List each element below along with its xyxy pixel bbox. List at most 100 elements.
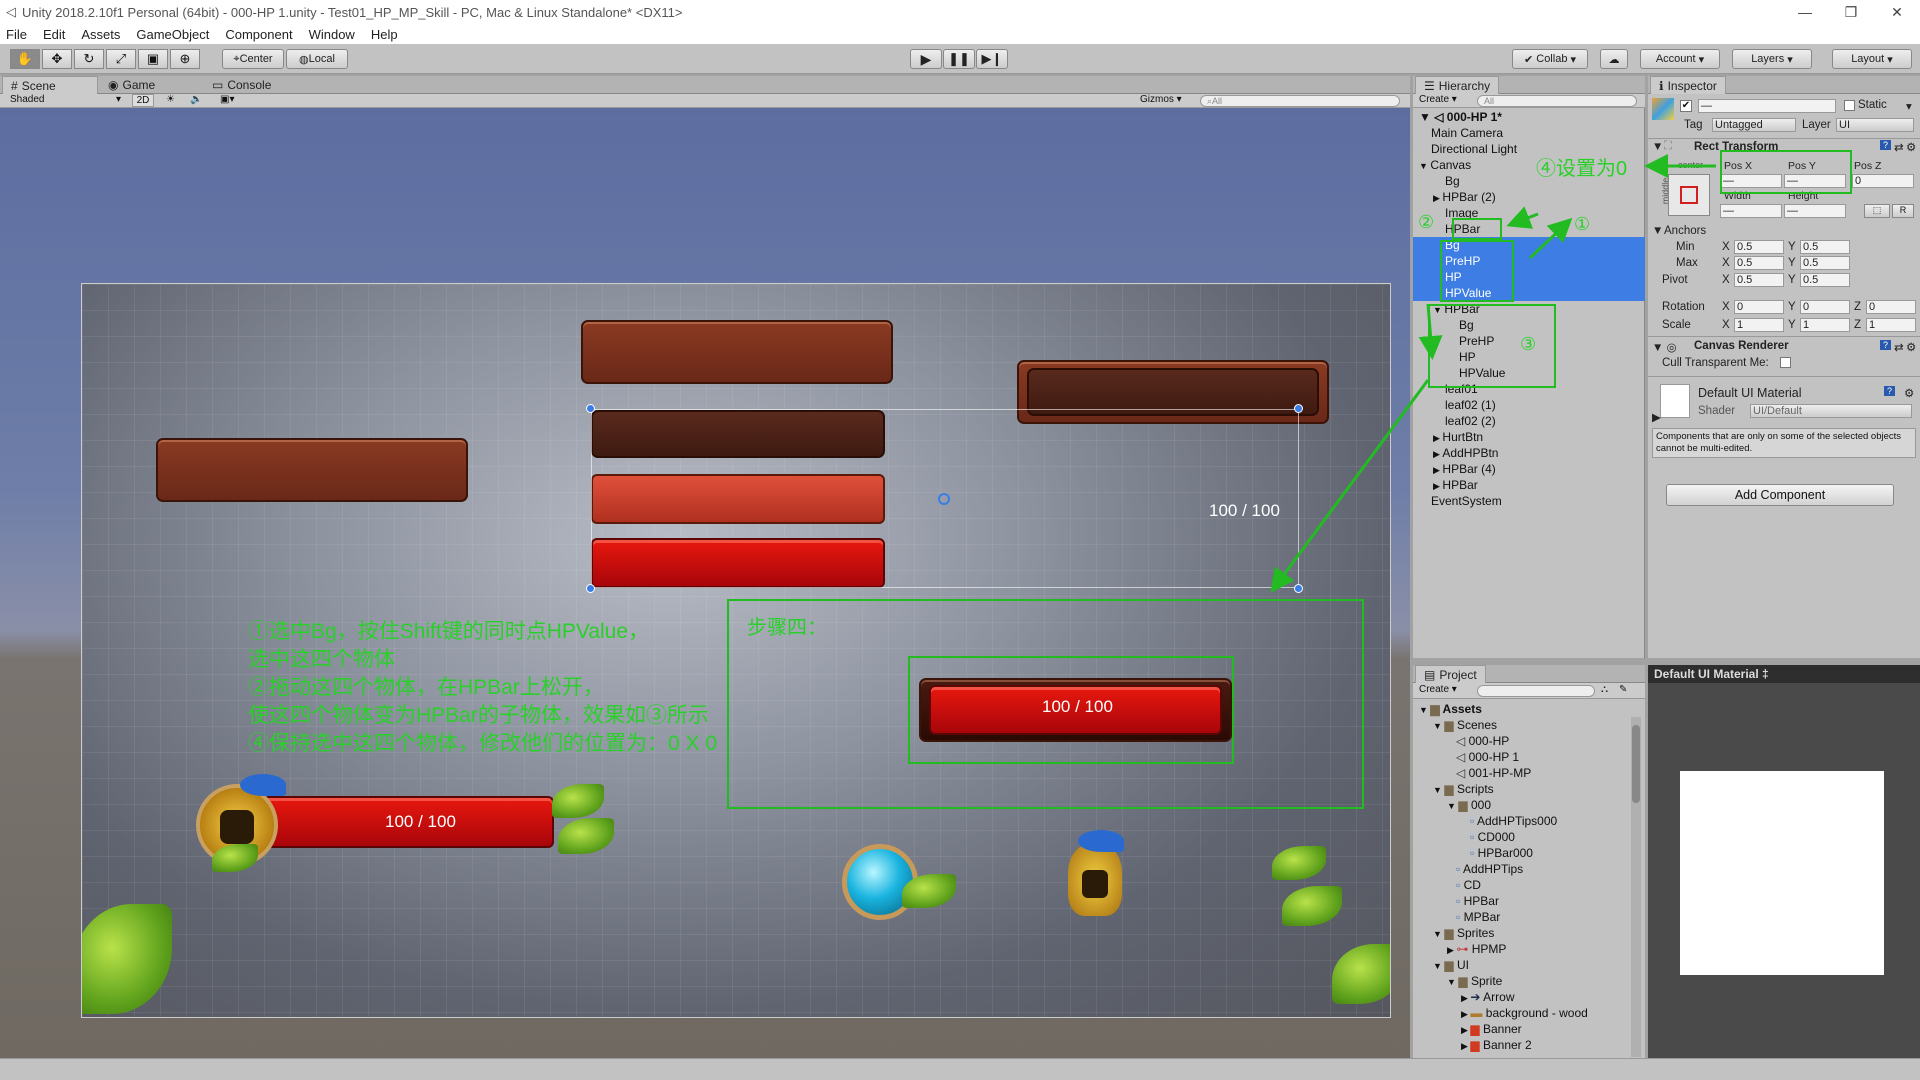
menu-edit[interactable]: Edit	[43, 27, 65, 42]
project-asset[interactable]: ◁ 000-HP 1	[1447, 749, 1519, 765]
height-field[interactable]: —	[1784, 204, 1846, 218]
pause-button[interactable]: ❚❚	[943, 49, 975, 69]
layer-dropdown[interactable]: UI	[1836, 118, 1914, 132]
mode-2d-toggle[interactable]: 2D	[132, 94, 154, 107]
rotation-y-field[interactable]: 0	[1800, 300, 1850, 314]
hierarchy-item[interactable]: Bg	[1445, 173, 1460, 189]
project-folder[interactable]: ▼ ▆ UI	[1433, 957, 1469, 973]
collapsed-arrow-icon[interactable]: ▶	[1461, 993, 1470, 1003]
scene-search-input[interactable]: ⌕All	[1200, 95, 1400, 107]
transform-tool-icon[interactable]: ⊕	[170, 49, 200, 69]
project-scrollbar[interactable]	[1631, 717, 1641, 1057]
menu-component[interactable]: Component	[225, 27, 292, 42]
project-create-button[interactable]: Create ▾	[1419, 684, 1457, 695]
rotate-tool-icon[interactable]: ↻	[74, 49, 104, 69]
pivot-handle[interactable]	[938, 493, 950, 505]
expanded-arrow-icon[interactable]: ▼	[1447, 801, 1458, 811]
project-folder[interactable]: ▼ ▆ 000	[1447, 797, 1491, 813]
tab-scene[interactable]: # Scene	[2, 76, 98, 94]
project-asset[interactable]: ▶ ▆ Banner	[1461, 1021, 1522, 1037]
project-folder[interactable]: ▼ ▆ Assets	[1419, 701, 1482, 717]
menu-file[interactable]: File	[6, 27, 27, 42]
scale-x-field[interactable]: 1	[1734, 318, 1784, 332]
close-button[interactable]: ✕	[1874, 0, 1920, 24]
scale-z-field[interactable]: 1	[1866, 318, 1916, 332]
tab-project[interactable]: ▤ Project	[1415, 665, 1486, 683]
helmet-icon[interactable]	[1068, 844, 1122, 916]
project-asset[interactable]: ◁ 001-HP-MP	[1447, 765, 1531, 781]
rotation-z-field[interactable]: 0	[1866, 300, 1916, 314]
rect-handle-br[interactable]	[1294, 584, 1303, 593]
cloud-icon[interactable]: ☁	[1600, 49, 1628, 69]
project-asset[interactable]: ▫ AddHPTips	[1447, 861, 1523, 877]
image-effects-icon[interactable]: ▣▾	[220, 94, 234, 105]
account-dropdown[interactable]: Account ▾	[1640, 49, 1720, 69]
collab-button[interactable]: ✔ Collab ▾	[1512, 49, 1588, 69]
expanded-arrow-icon[interactable]: ▼	[1447, 977, 1458, 987]
expanded-arrow-icon[interactable]: ▼	[1433, 961, 1444, 971]
rect-handle-tl[interactable]	[586, 404, 595, 413]
collapsed-arrow-icon[interactable]: ▶	[1461, 1041, 1470, 1051]
expanded-arrow-icon[interactable]: ▼	[1433, 929, 1444, 939]
minimize-button[interactable]: —	[1782, 0, 1828, 24]
expanded-arrow-icon[interactable]: ▼	[1419, 705, 1430, 715]
project-asset[interactable]: ▶ ➔ Arrow	[1461, 989, 1515, 1005]
object-name-field[interactable]: —	[1698, 99, 1836, 113]
play-button[interactable]: ▶	[910, 49, 942, 69]
space-local-button[interactable]: ◍ Local	[286, 49, 348, 69]
collapsed-arrow-icon[interactable]: ▶	[1433, 193, 1442, 203]
project-asset[interactable]: ◁ 000-HP	[1447, 733, 1509, 749]
anchors-foldout-icon[interactable]: ▼	[1652, 225, 1663, 237]
project-folder[interactable]: ▼ ▆ Sprite	[1447, 973, 1502, 989]
scene-view[interactable]: 100 / 100 步骤四： 100 / 100 ①选中Bg，按住Shift键的…	[0, 108, 1410, 1058]
gear-icon[interactable]: ⚙	[1904, 386, 1914, 400]
tag-dropdown[interactable]: Untagged	[1712, 118, 1796, 132]
project-asset[interactable]: ▫ HPBar	[1447, 893, 1499, 909]
anchor-min-x-field[interactable]: 0.5	[1734, 240, 1784, 254]
project-asset[interactable]: ▫ HPBar000	[1461, 845, 1533, 861]
material-foldout-icon[interactable]: ▶	[1652, 410, 1661, 424]
hierarchy-item[interactable]: ▶ HPBar (2)	[1433, 189, 1496, 205]
help-book-icon[interactable]: ?	[1880, 140, 1891, 150]
tab-inspector[interactable]: ℹ Inspector	[1650, 76, 1726, 94]
hierarchy-item[interactable]: ▶ HurtBtn	[1433, 429, 1483, 445]
hierarchy-item[interactable]: EventSystem	[1431, 493, 1502, 509]
rotation-x-field[interactable]: 0	[1734, 300, 1784, 314]
hand-tool-icon[interactable]: ✋	[10, 49, 40, 69]
layers-dropdown[interactable]: Layers ▾	[1732, 49, 1812, 69]
hierarchy-create-button[interactable]: Create ▾	[1419, 94, 1457, 105]
hierarchy-item[interactable]: ▼ Canvas	[1419, 157, 1471, 173]
canvas-renderer-foldout-icon[interactable]: ▼ ◎	[1652, 340, 1677, 354]
collapsed-arrow-icon[interactable]: ▶	[1461, 1025, 1470, 1035]
static-dropdown-icon[interactable]: ▾	[1906, 99, 1912, 113]
gear-icon[interactable]: ⚙	[1906, 340, 1916, 354]
expanded-arrow-icon[interactable]: ▼	[1419, 161, 1430, 171]
project-asset[interactable]: ▫ MPBar	[1447, 909, 1500, 925]
help-book-icon[interactable]: ?	[1880, 340, 1891, 350]
static-checkbox[interactable]	[1844, 100, 1855, 111]
preview-header[interactable]: Default UI Material ‡	[1648, 665, 1920, 683]
raw-edit-button[interactable]: R	[1892, 204, 1914, 218]
maximize-button[interactable]: ❐	[1828, 0, 1874, 24]
light-icon[interactable]: ☀	[166, 94, 175, 105]
audio-icon[interactable]: 🔈	[190, 94, 202, 105]
hierarchy-item[interactable]: Directional Light	[1431, 141, 1517, 157]
filter-type-icon[interactable]: ⛬	[1601, 684, 1608, 695]
scrollbar-thumb[interactable]	[1632, 725, 1640, 803]
pivot-center-button[interactable]: ⌖ Center	[222, 49, 284, 69]
hierarchy-item[interactable]: ▶ HPBar	[1433, 477, 1478, 493]
collapsed-arrow-icon[interactable]: ▶	[1433, 433, 1442, 443]
hierarchy-item[interactable]: ▶ HPBar (4)	[1433, 461, 1496, 477]
expanded-arrow-icon[interactable]: ▼	[1433, 785, 1444, 795]
move-tool-icon[interactable]: ✥	[42, 49, 72, 69]
project-asset[interactable]: ▶ ▆ Banner 2	[1461, 1037, 1532, 1053]
anchor-max-y-field[interactable]: 0.5	[1800, 256, 1850, 270]
rect-tool-icon[interactable]: ▣	[138, 49, 168, 69]
pos-z-field[interactable]: 0	[1852, 174, 1914, 188]
project-asset[interactable]: ▫ CD000	[1461, 829, 1515, 845]
project-asset[interactable]: ▶ ▬ background - wood	[1461, 1005, 1588, 1021]
pivot-x-field[interactable]: 0.5	[1734, 273, 1784, 287]
hpbar-bg-top[interactable]	[581, 320, 893, 384]
anchor-max-x-field[interactable]: 0.5	[1734, 256, 1784, 270]
project-asset[interactable]: ▶ ⊶ HPMP	[1447, 941, 1506, 957]
